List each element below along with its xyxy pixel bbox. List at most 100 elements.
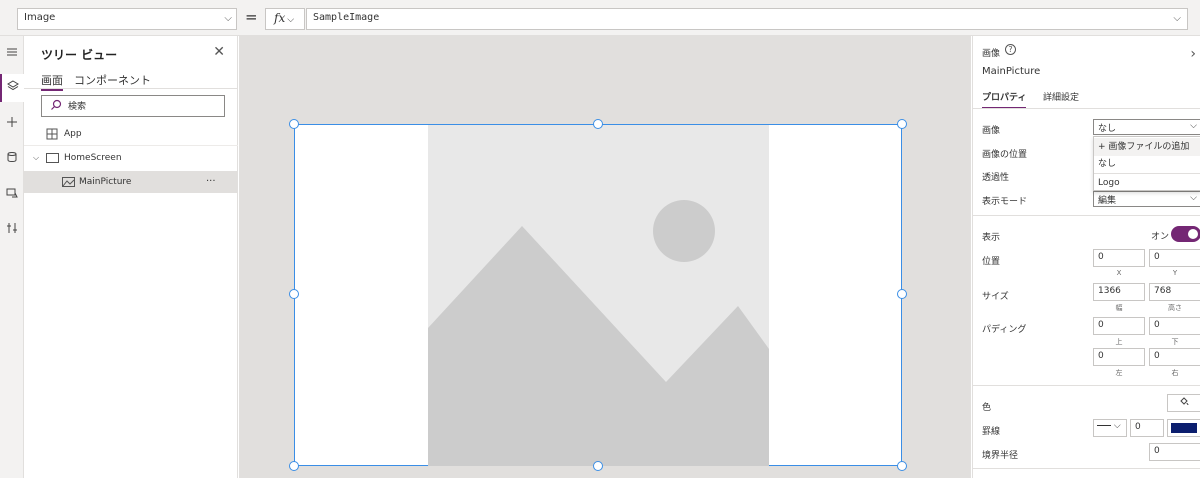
- height-sublabel: 高さ: [1168, 304, 1182, 312]
- left-rail: [0, 36, 24, 478]
- padding-top-input[interactable]: 0: [1093, 317, 1145, 335]
- width-sublabel: 幅: [1115, 304, 1123, 312]
- properties-panel: 画像 ? › MainPicture プロパティ 詳細設定 画像 なし ⌵ 画像…: [972, 36, 1200, 478]
- fx-button[interactable]: fx ⌵: [265, 8, 305, 30]
- plus-icon[interactable]: [0, 110, 24, 138]
- padding-right-input[interactable]: 0: [1149, 348, 1200, 366]
- tab-advanced[interactable]: 詳細設定: [1043, 90, 1079, 103]
- x-sublabel: X: [1116, 269, 1122, 277]
- tree-item-app[interactable]: App: [24, 123, 238, 146]
- visible-toggle[interactable]: [1171, 226, 1200, 242]
- image-dropdown[interactable]: なし ⌵: [1093, 119, 1200, 135]
- tree-search-input[interactable]: 検索: [41, 95, 225, 117]
- border-color-picker[interactable]: [1167, 419, 1200, 437]
- padding-bottom-sublabel: 下: [1171, 338, 1179, 346]
- visible-state: オン: [1151, 232, 1170, 242]
- chevron-down-icon[interactable]: ⌵: [33, 147, 39, 169]
- help-icon[interactable]: ?: [1005, 44, 1016, 55]
- search-placeholder: 検索: [68, 102, 87, 112]
- property-value: Image: [24, 12, 56, 23]
- hamburger-icon[interactable]: [0, 40, 24, 68]
- chevron-down-icon: ⌵: [1190, 121, 1197, 131]
- radius-label: 境界半径: [982, 451, 1019, 461]
- image-label: 画像: [982, 126, 1001, 136]
- border-label: 罫線: [982, 427, 1001, 437]
- media-icon[interactable]: [0, 181, 24, 209]
- control-type: 画像: [982, 49, 1001, 59]
- chevron-down-icon: ⌵: [1113, 421, 1121, 431]
- chevron-down-icon: ⌵: [224, 13, 232, 24]
- display-mode-dropdown[interactable]: 編集 ⌵: [1093, 191, 1200, 207]
- formula-text: SampleImage: [313, 12, 380, 23]
- height-input[interactable]: 768: [1149, 283, 1200, 301]
- image-placeholder[interactable]: [428, 125, 769, 466]
- divider: [24, 88, 238, 89]
- radius-input[interactable]: 0: [1149, 443, 1200, 461]
- canvas-area: [239, 36, 971, 478]
- formula-bar: Image ⌵ = fx ⌵ SampleImage ⌵: [0, 0, 1200, 36]
- border-style-dropdown[interactable]: ⌵: [1093, 419, 1127, 437]
- tree-item-label: HomeScreen: [64, 153, 122, 163]
- tools-icon[interactable]: [0, 216, 24, 244]
- padding-left-input[interactable]: 0: [1093, 348, 1145, 366]
- logo-option[interactable]: Logo: [1094, 173, 1200, 191]
- tree-item-label: MainPicture: [79, 177, 132, 187]
- chevron-down-icon: ⌵: [1173, 13, 1181, 24]
- app-icon: [46, 128, 58, 140]
- resize-handle-left[interactable]: [289, 289, 299, 299]
- padding-bottom-input[interactable]: 0: [1149, 317, 1200, 335]
- screen-canvas[interactable]: [294, 124, 902, 466]
- resize-handle-bottom-right[interactable]: [897, 461, 907, 471]
- color-label: 色: [982, 403, 992, 413]
- screen-icon: [46, 153, 59, 163]
- database-icon[interactable]: [0, 145, 24, 173]
- search-icon: [51, 99, 62, 110]
- layers-icon[interactable]: [0, 74, 24, 102]
- y-sublabel: Y: [1172, 269, 1178, 277]
- resize-handle-top-right[interactable]: [897, 119, 907, 129]
- border-width-input[interactable]: 0: [1130, 419, 1164, 437]
- padding-right-sublabel: 右: [1171, 369, 1179, 377]
- placeholder-image-icon: [428, 125, 769, 466]
- border-color-swatch: [1171, 423, 1197, 433]
- fill-color-button[interactable]: [1167, 394, 1200, 412]
- image-position-label: 画像の位置: [982, 150, 1028, 160]
- padding-left-sublabel: 左: [1115, 369, 1123, 377]
- tree-item-label: App: [64, 129, 82, 139]
- add-image-file-option[interactable]: + 画像ファイルの追加: [1094, 138, 1200, 156]
- resize-handle-top-left[interactable]: [289, 119, 299, 129]
- visible-label: 表示: [982, 233, 1001, 243]
- fx-icon: fx: [274, 11, 286, 25]
- image-dropdown-menu: + 画像ファイルの追加 なし Logo: [1093, 136, 1200, 191]
- tree-view-title: ツリー ビュー: [41, 48, 118, 62]
- chevron-down-icon: ⌵: [287, 15, 295, 25]
- tree-item-mainpicture[interactable]: MainPicture ···: [24, 171, 238, 193]
- property-dropdown[interactable]: Image ⌵: [17, 8, 237, 30]
- resize-handle-top[interactable]: [593, 119, 603, 129]
- padding-top-sublabel: 上: [1115, 338, 1123, 346]
- chevron-down-icon: ⌵: [1190, 193, 1197, 203]
- more-options-icon[interactable]: ···: [206, 171, 216, 193]
- position-label: 位置: [982, 257, 1001, 267]
- x-input[interactable]: 0: [1093, 249, 1145, 267]
- tab-properties[interactable]: プロパティ: [982, 90, 1027, 109]
- none-option[interactable]: なし: [1094, 155, 1200, 173]
- display-mode-label: 表示モード: [982, 197, 1028, 207]
- padding-label: パディング: [982, 325, 1027, 335]
- image-dropdown-value: なし: [1098, 124, 1117, 134]
- width-input[interactable]: 1366: [1093, 283, 1145, 301]
- control-name[interactable]: MainPicture: [982, 66, 1040, 77]
- chevron-right-icon[interactable]: ›: [1190, 46, 1196, 62]
- resize-handle-bottom[interactable]: [593, 461, 603, 471]
- size-label: サイズ: [982, 292, 1009, 302]
- paint-bucket-icon: [1180, 397, 1189, 406]
- tab-components[interactable]: コンポーネント: [74, 72, 151, 88]
- formula-input[interactable]: SampleImage ⌵: [306, 8, 1188, 30]
- tree-item-homescreen[interactable]: ⌵ HomeScreen: [24, 147, 238, 169]
- close-icon[interactable]: ✕: [213, 44, 225, 60]
- transparency-label: 透過性: [982, 173, 1010, 183]
- y-input[interactable]: 0: [1149, 249, 1200, 267]
- display-mode-value: 編集: [1098, 196, 1117, 206]
- resize-handle-bottom-left[interactable]: [289, 461, 299, 471]
- resize-handle-right[interactable]: [897, 289, 907, 299]
